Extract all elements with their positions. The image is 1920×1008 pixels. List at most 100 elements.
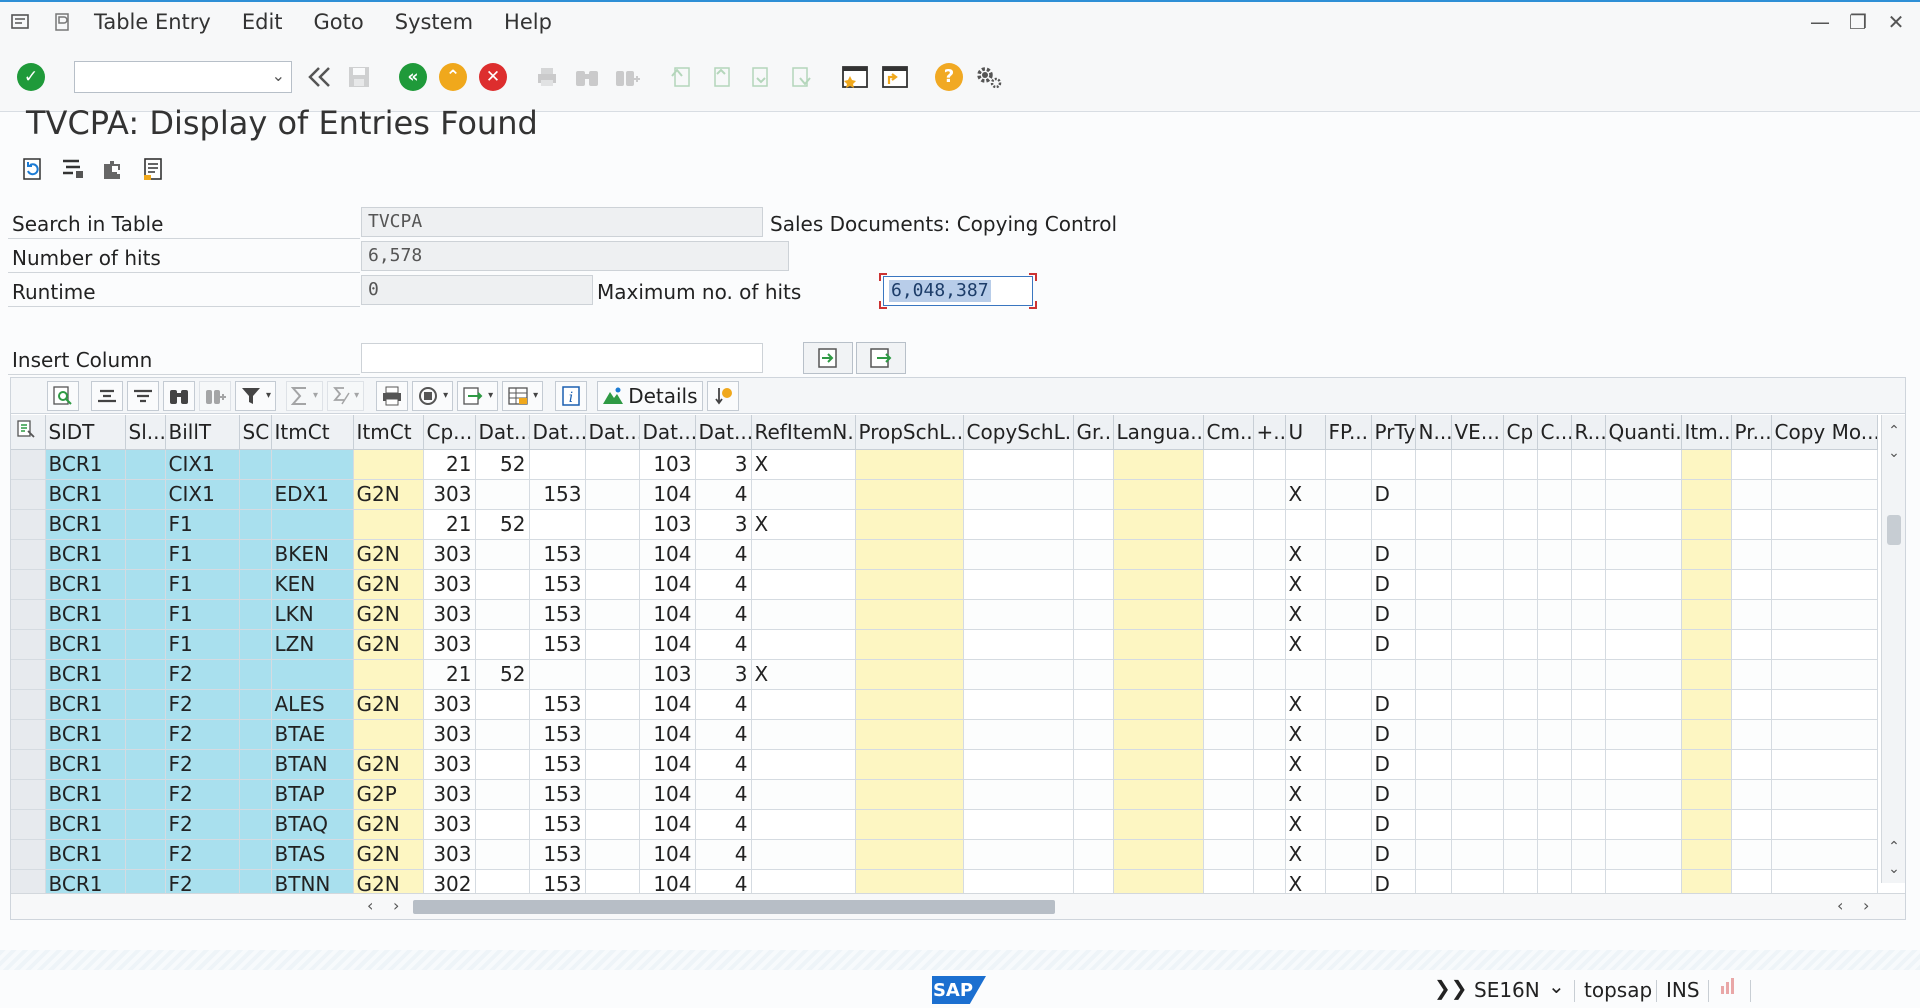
- table-cell[interactable]: [1113, 839, 1204, 870]
- table-cell[interactable]: F1: [165, 509, 240, 540]
- table-cell[interactable]: G2P: [353, 779, 424, 810]
- table-cell[interactable]: BTAP: [271, 779, 354, 810]
- column-header[interactable]: Itm...: [1681, 415, 1732, 450]
- table-cell[interactable]: [1203, 599, 1254, 630]
- table-cell[interactable]: [1503, 839, 1538, 870]
- table-cell[interactable]: [1681, 659, 1732, 690]
- table-cell[interactable]: 3: [695, 449, 752, 480]
- table-cell[interactable]: [855, 569, 964, 600]
- table-cell[interactable]: [1731, 839, 1772, 870]
- table-cell[interactable]: [1771, 449, 1878, 480]
- table-cell[interactable]: [1451, 479, 1504, 510]
- table-cell[interactable]: 103: [639, 509, 696, 540]
- table-cell[interactable]: [751, 749, 856, 780]
- table-cell[interactable]: [855, 599, 964, 630]
- table-cell[interactable]: [585, 449, 640, 480]
- table-cell[interactable]: [1253, 659, 1286, 690]
- table-cell[interactable]: F2: [165, 749, 240, 780]
- alv-view-button[interactable]: ▾: [412, 380, 454, 411]
- find-next-button[interactable]: [610, 60, 644, 94]
- table-cell[interactable]: BCR1: [45, 809, 126, 840]
- table-cell[interactable]: D: [1371, 809, 1416, 840]
- table-cell[interactable]: [963, 749, 1074, 780]
- table-cell[interactable]: [963, 629, 1074, 660]
- document-button[interactable]: [138, 154, 168, 184]
- table-cell[interactable]: [125, 839, 166, 870]
- table-cell[interactable]: [239, 569, 272, 600]
- table-cell[interactable]: [1503, 629, 1538, 660]
- table-cell[interactable]: [1451, 839, 1504, 870]
- table-cell[interactable]: [963, 779, 1074, 810]
- table-cell[interactable]: BTAN: [271, 749, 354, 780]
- table-cell[interactable]: [1073, 569, 1114, 600]
- table-cell[interactable]: X: [1285, 629, 1326, 660]
- horizontal-scrollbar[interactable]: ‹ › ‹ ›: [11, 893, 1905, 919]
- table-cell[interactable]: [1415, 689, 1452, 720]
- table-cell[interactable]: X: [1285, 839, 1326, 870]
- table-cell[interactable]: [1681, 689, 1732, 720]
- table-cell[interactable]: 52: [475, 449, 530, 480]
- row-selector[interactable]: [11, 659, 46, 690]
- table-cell[interactable]: [353, 719, 424, 750]
- table-cell[interactable]: D: [1371, 599, 1416, 630]
- table-cell[interactable]: [529, 509, 586, 540]
- table-cell[interactable]: [1415, 569, 1452, 600]
- table-cell[interactable]: [1571, 569, 1606, 600]
- table-cell[interactable]: [1451, 509, 1504, 540]
- table-cell[interactable]: [1537, 809, 1572, 840]
- chevron-down-icon[interactable]: ⌄: [272, 66, 285, 85]
- table-cell[interactable]: 52: [475, 659, 530, 690]
- table-cell[interactable]: 153: [529, 839, 586, 870]
- table-cell[interactable]: [855, 479, 964, 510]
- settings-button[interactable]: [972, 60, 1006, 94]
- table-cell[interactable]: [239, 749, 272, 780]
- table-cell[interactable]: [1451, 629, 1504, 660]
- table-cell[interactable]: 303: [423, 569, 476, 600]
- table-cell[interactable]: [1537, 539, 1572, 570]
- table-cell[interactable]: [1537, 449, 1572, 480]
- table-cell[interactable]: [1113, 719, 1204, 750]
- table-cell[interactable]: 4: [695, 839, 752, 870]
- table-cell[interactable]: [1073, 659, 1114, 690]
- alv-sum-button[interactable]: ▾: [286, 380, 324, 411]
- table-cell[interactable]: [1253, 749, 1286, 780]
- table-cell[interactable]: [585, 539, 640, 570]
- table-cell[interactable]: [1203, 839, 1254, 870]
- table-cell[interactable]: [1073, 539, 1114, 570]
- table-cell[interactable]: LKN: [271, 599, 354, 630]
- table-cell[interactable]: [963, 539, 1074, 570]
- table-cell[interactable]: [1451, 749, 1504, 780]
- table-cell[interactable]: [1371, 659, 1416, 690]
- table-cell[interactable]: [1253, 509, 1286, 540]
- table-cell[interactable]: [585, 509, 640, 540]
- table-cell[interactable]: BCR1: [45, 749, 126, 780]
- table-cell[interactable]: D: [1371, 779, 1416, 810]
- table-cell[interactable]: [1253, 689, 1286, 720]
- table-cell[interactable]: [1253, 779, 1286, 810]
- table-cell[interactable]: X: [1285, 779, 1326, 810]
- table-cell[interactable]: [239, 839, 272, 870]
- table-cell[interactable]: F2: [165, 779, 240, 810]
- column-header[interactable]: ItmCt: [271, 415, 354, 450]
- table-cell[interactable]: [855, 779, 964, 810]
- column-header[interactable]: PropSchL...: [855, 415, 964, 450]
- table-cell[interactable]: BCR1: [45, 779, 126, 810]
- alv-sort-up-down-button[interactable]: [706, 380, 739, 411]
- next-page-button[interactable]: [744, 60, 778, 94]
- table-cell[interactable]: [1503, 569, 1538, 600]
- alv-details-button[interactable]: Details: [597, 380, 703, 411]
- table-cell[interactable]: [1503, 509, 1538, 540]
- table-cell[interactable]: [1451, 689, 1504, 720]
- table-cell[interactable]: [1113, 569, 1204, 600]
- table-row[interactable]: BCR1 CIX1 21 52 103 3 X: [11, 449, 1878, 480]
- table-cell[interactable]: [855, 449, 964, 480]
- table-cell[interactable]: [1681, 509, 1732, 540]
- column-header[interactable]: Dat...: [475, 415, 530, 450]
- column-header[interactable]: BillT: [165, 415, 240, 450]
- table-cell[interactable]: [1415, 749, 1452, 780]
- table-cell[interactable]: [1203, 509, 1254, 540]
- table-cell[interactable]: [1681, 749, 1732, 780]
- table-cell[interactable]: 153: [529, 599, 586, 630]
- table-cell[interactable]: 303: [423, 749, 476, 780]
- table-cell[interactable]: LZN: [271, 629, 354, 660]
